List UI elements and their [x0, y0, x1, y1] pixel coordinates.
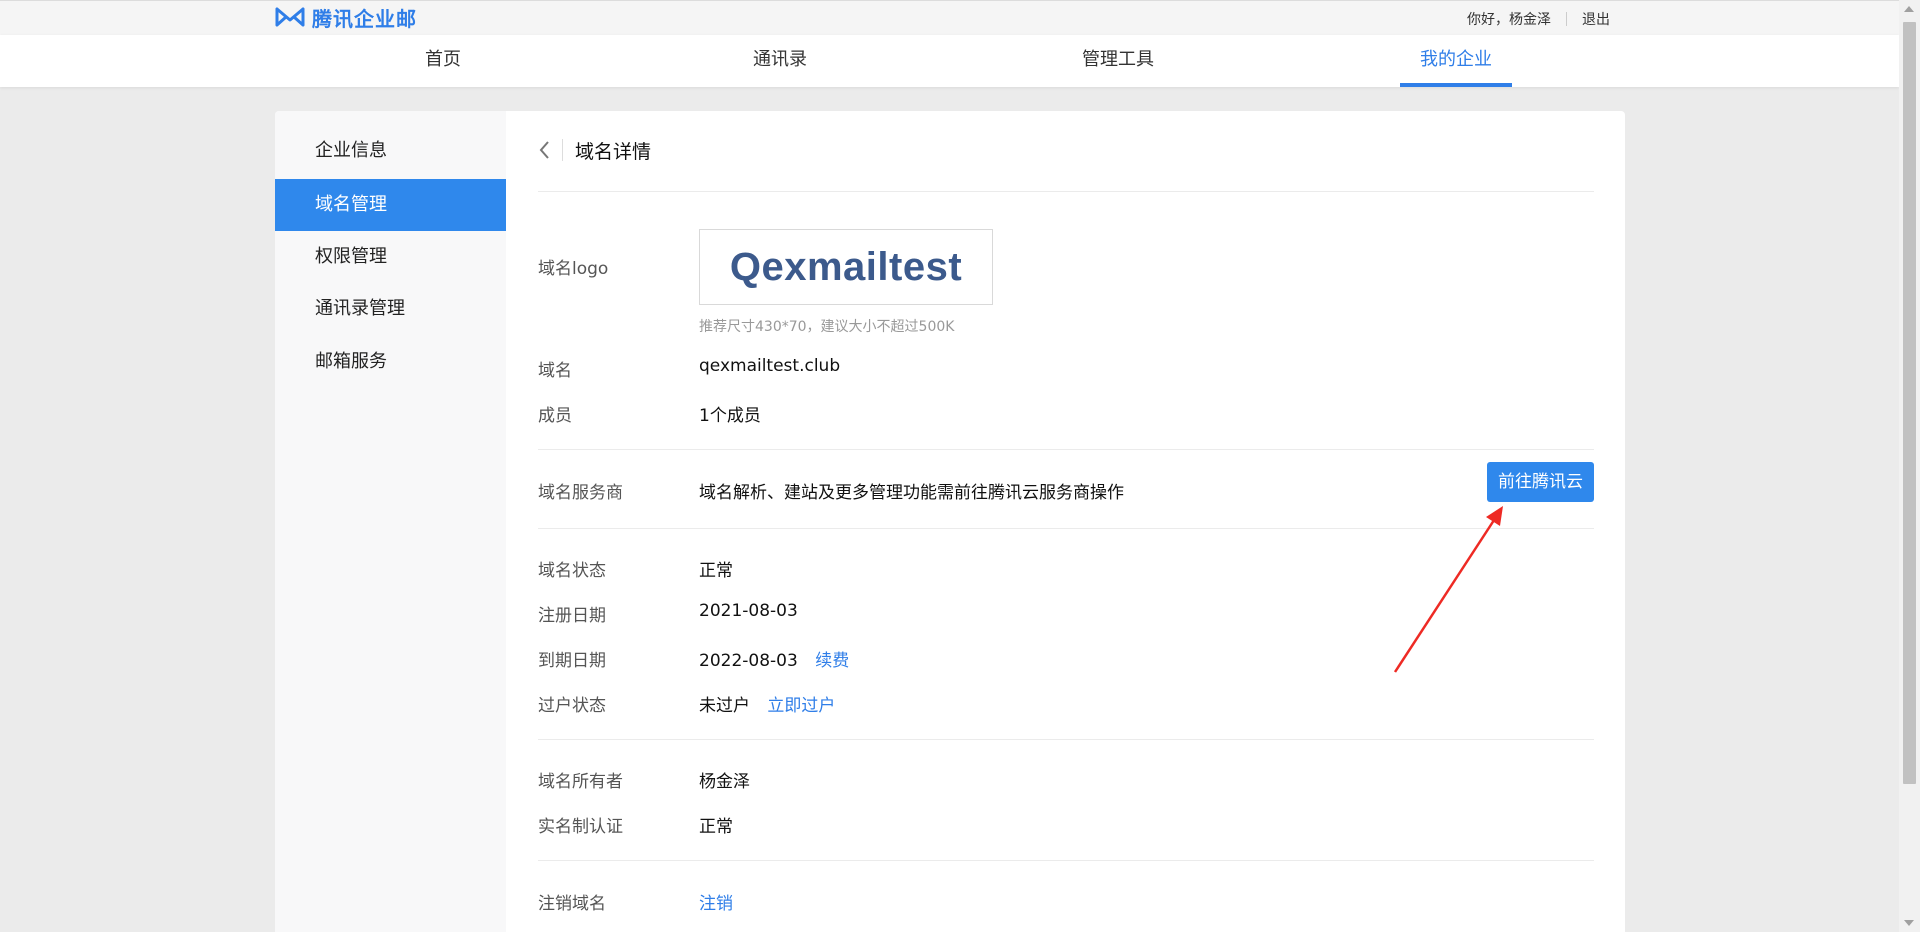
- chevron-left-icon[interactable]: [538, 140, 552, 160]
- provider-label: 域名服务商: [538, 483, 623, 503]
- nav-contacts[interactable]: 通讯录: [724, 35, 836, 87]
- transfer-now-link[interactable]: 立即过户: [767, 696, 835, 716]
- domain-logo-upload[interactable]: Qexmailtest: [699, 229, 993, 305]
- domain-logo-image: Qexmailtest: [729, 244, 963, 289]
- nav-my-enterprise[interactable]: 我的企业: [1400, 35, 1512, 87]
- renew-link[interactable]: 续费: [815, 651, 849, 671]
- page-title: 域名详情: [575, 140, 652, 163]
- divider: [538, 860, 1594, 861]
- brand-logo[interactable]: 腾讯企业邮: [274, 4, 417, 31]
- domain-label: 域名: [538, 361, 572, 381]
- cancel-domain-link[interactable]: 注销: [699, 889, 733, 914]
- brand-name: 腾讯企业邮: [312, 6, 417, 31]
- realname-value: 正常: [699, 817, 733, 837]
- transfer-status-label: 过户状态: [538, 696, 606, 716]
- tencent-exmail-logo-icon: [275, 7, 305, 27]
- status-value: 正常: [699, 561, 733, 581]
- sidebar-item-permissions[interactable]: 权限管理: [275, 231, 506, 283]
- divider: [1566, 12, 1567, 26]
- transfer-status-row: 未过户 立即过户: [699, 691, 835, 716]
- divider: [562, 139, 563, 161]
- logo-hint: 推荐尺寸430*70，建议大小不超过500K: [699, 319, 955, 335]
- expiry-date-label: 到期日期: [538, 651, 606, 671]
- scrollbar[interactable]: [1899, 0, 1920, 932]
- sidebar-item-domain-management[interactable]: 域名管理: [275, 179, 506, 231]
- registration-date-value: 2021-08-03: [699, 601, 798, 621]
- scrollbar-thumb[interactable]: [1903, 22, 1916, 784]
- user-greeting: 你好，杨金泽: [1467, 12, 1551, 28]
- status-label: 域名状态: [538, 561, 606, 581]
- cancel-domain-label: 注销域名: [538, 894, 606, 914]
- logo-label: 域名logo: [538, 259, 609, 279]
- divider: [538, 191, 1594, 192]
- members-value: 1个成员: [699, 406, 761, 426]
- breadcrumb: 域名详情: [538, 135, 651, 165]
- owner-value: 杨金泽: [699, 772, 750, 792]
- transfer-status-value: 未过户: [699, 696, 750, 716]
- nav-home[interactable]: 首页: [387, 35, 499, 87]
- registration-date-label: 注册日期: [538, 606, 606, 626]
- members-label: 成员: [538, 406, 572, 426]
- expiry-date-value: 2022-08-03: [699, 651, 798, 671]
- go-tencent-cloud-button[interactable]: 前往腾讯云: [1487, 462, 1594, 502]
- realname-label: 实名制认证: [538, 817, 623, 837]
- expiry-date-row: 2022-08-03 续费: [699, 646, 849, 671]
- divider: [538, 739, 1594, 740]
- top-bar: 腾讯企业邮 你好，杨金泽 退出: [0, 0, 1899, 35]
- nav-admin-tools[interactable]: 管理工具: [1062, 35, 1174, 87]
- annotation-arrow-icon: [1393, 506, 1503, 673]
- scroll-down-icon[interactable]: [1904, 920, 1914, 926]
- logout-link[interactable]: 退出: [1582, 9, 1610, 29]
- domain-value: qexmailtest.club: [699, 356, 841, 376]
- sidebar-item-contacts-management[interactable]: 通讯录管理: [275, 283, 506, 335]
- main-nav: 首页 通讯录 管理工具 我的企业: [0, 35, 1899, 87]
- user-area: 你好，杨金泽 退出: [1467, 9, 1610, 29]
- divider: [538, 449, 1594, 450]
- sidebar-item-mail-service[interactable]: 邮箱服务: [275, 336, 506, 388]
- sidebar: 企业信息 域名管理 权限管理 通讯录管理 邮箱服务: [275, 111, 506, 932]
- provider-value: 域名解析、建站及更多管理功能需前往腾讯云服务商操作: [699, 483, 1124, 503]
- owner-label: 域名所有者: [538, 772, 623, 792]
- sidebar-item-enterprise-info[interactable]: 企业信息: [275, 125, 506, 177]
- scroll-up-icon[interactable]: [1904, 6, 1914, 12]
